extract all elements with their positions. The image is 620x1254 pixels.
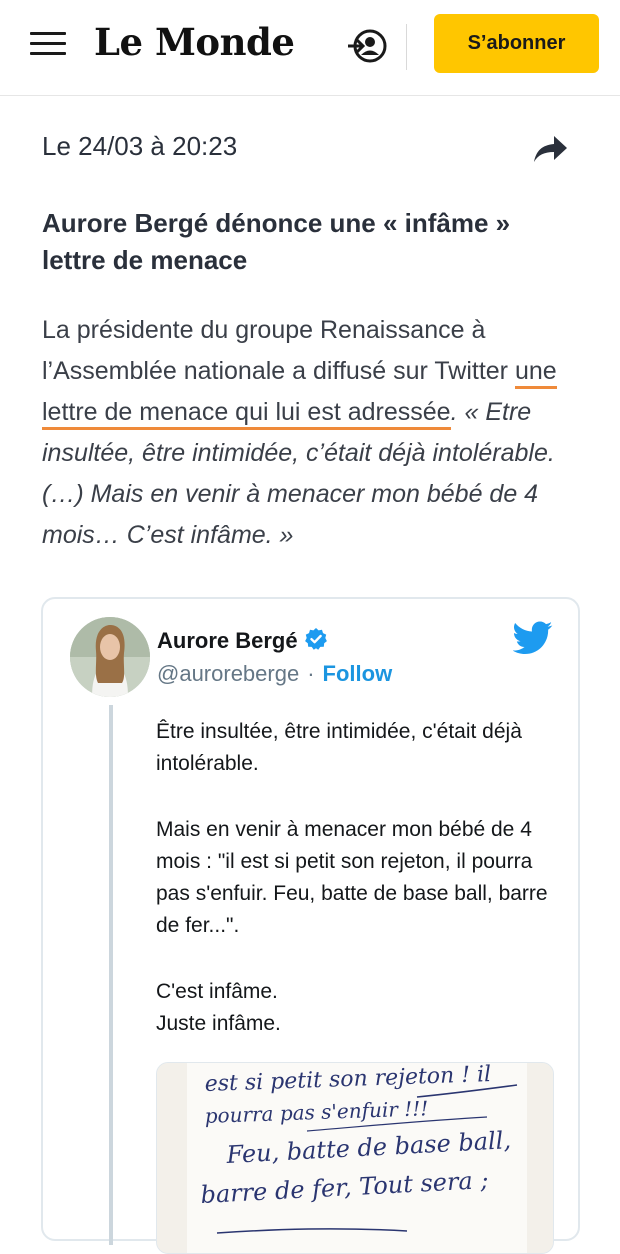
post-body: La présidente du groupe Renaissance à l’… — [42, 310, 582, 556]
post-intro: La présidente du groupe Renaissance à l’… — [42, 316, 515, 385]
tweet-handle-row: @auroreberge · Follow — [157, 661, 392, 687]
post-title: Aurore Bergé dénonce une « infâme » lett… — [42, 208, 511, 275]
tweet-author[interactable]: Aurore Bergé — [157, 627, 328, 654]
site-header: Le Monde S’abonner — [0, 0, 620, 96]
separator-dot: · — [307, 661, 315, 686]
menu-icon[interactable] — [30, 32, 66, 58]
tweet-paragraph: C'est infâme. Juste infâme. — [156, 980, 281, 1035]
verified-badge-icon — [304, 628, 327, 650]
handwritten-letter-image[interactable]: est si petit son rejeton ! il pourra pas… — [156, 1062, 554, 1254]
post-timestamp: Le 24/03 à 20:23 — [42, 131, 238, 161]
author-name[interactable]: Aurore Bergé — [157, 628, 298, 653]
account-login-icon[interactable] — [346, 26, 388, 66]
header-divider — [406, 24, 407, 70]
share-icon[interactable] — [532, 134, 568, 164]
subscribe-button[interactable]: S’abonner — [434, 14, 599, 73]
tweet-paragraph: Mais en venir à menacer mon bébé de 4 mo… — [156, 818, 548, 937]
tweet-text: Être insultée, être intimidée, c'était d… — [156, 716, 556, 1074]
tweet-handle[interactable]: @auroreberge — [157, 661, 299, 686]
embedded-tweet[interactable]: Aurore Bergé @auroreberge · Follow Être in… — [41, 597, 580, 1254]
avatar[interactable] — [70, 617, 150, 697]
tweet-paragraph: Être insultée, être intimidée, c'était d… — [156, 720, 522, 775]
le-monde-logo[interactable]: Le Monde — [94, 20, 295, 64]
follow-button[interactable]: Follow — [323, 661, 393, 686]
thread-line — [109, 705, 113, 1245]
twitter-bird-icon[interactable] — [513, 621, 553, 655]
